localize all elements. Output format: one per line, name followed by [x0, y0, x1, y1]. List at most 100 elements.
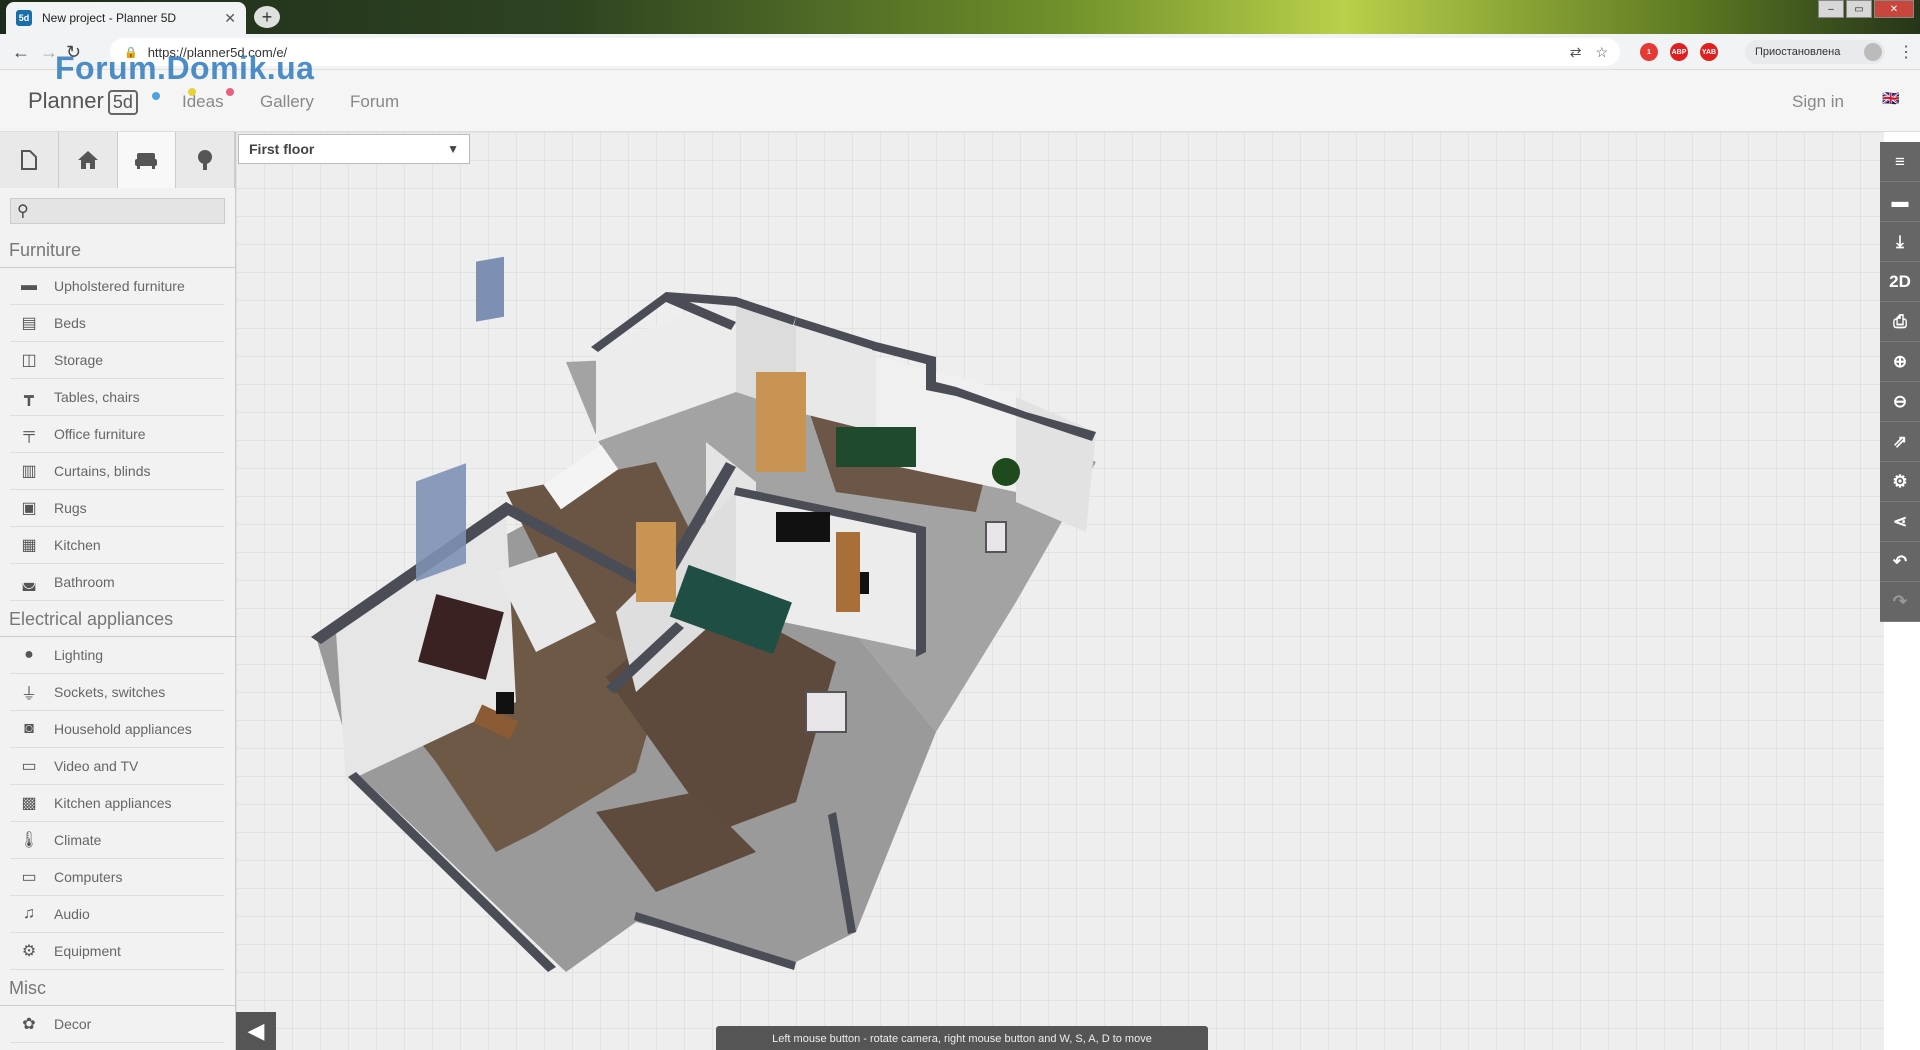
dropdown-arrow-icon: ▼	[447, 142, 459, 156]
catalog-item-kitchen[interactable]: ▦ Kitchen	[10, 527, 224, 564]
share-icon[interactable]: ⋖	[1880, 502, 1920, 542]
sofa-3d[interactable]	[836, 427, 916, 467]
sofa-icon[interactable]	[117, 132, 177, 188]
redo-icon[interactable]: ↷	[1880, 582, 1920, 622]
item-label: Rugs	[54, 500, 87, 516]
download-icon[interactable]: ⤓	[1880, 222, 1920, 262]
desk-3d[interactable]	[836, 532, 860, 612]
washing-machine-icon: ◙	[24, 720, 34, 737]
item-label: Bathroom	[54, 574, 115, 590]
catalog-item-equipment[interactable]: ⚙ Equipment	[10, 933, 224, 970]
catalog-item-kitchen-appliances[interactable]: ▩ Kitchen appliances	[10, 785, 224, 822]
sign-in-link[interactable]: Sign in	[1792, 92, 1844, 112]
item-label: Storage	[54, 352, 104, 368]
print-icon[interactable]: ⎙	[1880, 302, 1920, 342]
menu-icon[interactable]: ≡	[1880, 142, 1920, 182]
profile-button[interactable]: Приостановлена	[1745, 40, 1885, 64]
shelf-3d[interactable]	[636, 522, 676, 602]
new-tab-button[interactable]: +	[254, 6, 280, 28]
gear-box-icon: ⚙	[21, 943, 37, 960]
catalog-item-rugs[interactable]: ▣ Rugs	[10, 490, 224, 527]
item-label: Audio	[54, 906, 90, 922]
catalog-item-audio[interactable]: ♫ Audio	[10, 896, 224, 933]
catalog-item-sockets-switches[interactable]: ⏚ Sockets, switches	[10, 674, 224, 711]
ideas-dot-yellow	[188, 88, 196, 96]
door-3d	[416, 463, 466, 582]
desk-icon: ╤	[23, 425, 35, 442]
plant-3d[interactable]	[992, 458, 1020, 486]
planner5d-favicon-icon: 5d	[16, 10, 32, 26]
logo-badge: 5d	[107, 90, 138, 115]
zoom-out-icon[interactable]: ⊖	[1880, 382, 1920, 422]
nav-forum[interactable]: Forum	[350, 92, 399, 112]
bed-icon: ▤	[21, 315, 37, 332]
ideas-dot-pink	[226, 88, 234, 96]
extension-badge-icon[interactable]: 1	[1640, 43, 1658, 61]
browser-tab[interactable]: 5d New project - Planner 5D ✕	[6, 2, 246, 34]
sofa-icon: ▬	[21, 277, 37, 294]
catalog-item-household-appliances[interactable]: ◙ Household appliances	[10, 711, 224, 748]
catalog-item-bathroom[interactable]: ◛ Bathroom	[10, 564, 224, 601]
plug-icon: ⏚	[20, 686, 37, 703]
language-flag-icon[interactable]: 🇬🇧	[1882, 90, 1899, 107]
section-title-misc[interactable]: Misc	[0, 970, 235, 1006]
browser-tab-strip: 5d New project - Planner 5D ✕ + – ▭ ✕	[0, 0, 1920, 34]
yandex-icon[interactable]: YAB	[1700, 43, 1718, 61]
back-arrow-icon[interactable]: ←	[12, 42, 30, 63]
catalog-item-lighting[interactable]: ● Lighting	[10, 637, 224, 674]
tab-close-icon[interactable]: ✕	[224, 10, 236, 27]
zoom-in-icon[interactable]: ⊕	[1880, 342, 1920, 382]
blinds-icon: ▥	[21, 463, 37, 480]
controls-hint: Left mouse button - rotate camera, right…	[716, 1026, 1208, 1050]
3d-viewport[interactable]: First floor ▼ ◀ Left mouse button - rota…	[236, 132, 1884, 1050]
nav-ideas[interactable]: Ideas	[182, 92, 224, 112]
chevron-left-icon: ◀	[247, 1018, 265, 1043]
nav-gallery[interactable]: Gallery	[260, 92, 314, 112]
section-title-furniture[interactable]: Furniture	[0, 232, 235, 268]
catalog-item-curtains-blinds[interactable]: ▥ Curtains, blinds	[10, 453, 224, 490]
kitchen-cabinet-icon: ▦	[21, 537, 37, 554]
catalog-item-upholstered-furniture[interactable]: ▬ Upholstered furniture	[10, 268, 224, 305]
maximize-button[interactable]: ▭	[1846, 0, 1872, 18]
url-field[interactable]: 🔒 https://planner5d.com/e/ ⇄ ☆	[110, 38, 1620, 66]
floor-selector[interactable]: First floor ▼	[238, 134, 470, 164]
decor-icon: ✿	[22, 1016, 36, 1033]
logo-dot-blue	[152, 92, 160, 100]
tv-3d[interactable]	[776, 512, 830, 542]
collapse-sidebar-button[interactable]: ◀	[236, 1012, 276, 1050]
floor-selector-value: First floor	[249, 141, 315, 157]
file-icon[interactable]	[0, 132, 59, 188]
house-icon[interactable]	[58, 132, 118, 188]
item-label: Household appliances	[54, 721, 192, 737]
stove-icon: ▩	[21, 795, 37, 812]
translate-icon[interactable]: ⇄	[1570, 44, 1582, 61]
undo-icon[interactable]: ↶	[1880, 542, 1920, 582]
catalog-item-decor[interactable]: ✿ Decor	[10, 1006, 224, 1043]
catalog-search-input[interactable]: ⚲	[10, 198, 225, 224]
catalog-item-storage[interactable]: ◫ Storage	[10, 342, 224, 379]
catalog-item-beds[interactable]: ▤ Beds	[10, 305, 224, 342]
music-note-icon: ♫	[23, 905, 35, 922]
browser-menu-icon[interactable]: ⋮	[1898, 42, 1914, 62]
catalog-item-office-furniture[interactable]: ╤ Office furniture	[10, 416, 224, 453]
external-link-icon[interactable]: ⇗	[1880, 422, 1920, 462]
section-title-electrical-appliances[interactable]: Electrical appliances	[0, 601, 235, 637]
wardrobe-3d[interactable]	[756, 372, 806, 472]
settings-icon[interactable]: ⚙	[1880, 462, 1920, 502]
item-label: Office furniture	[54, 426, 146, 442]
view-2d-button[interactable]: 2D	[1880, 262, 1920, 302]
catalog-item-tables-chairs[interactable]: ┳ Tables, chairs	[10, 379, 224, 416]
planner5d-logo[interactable]: Planner 5d	[28, 88, 138, 115]
catalog-item-video-and-tv[interactable]: ▭ Video and TV	[10, 748, 224, 785]
tree-icon[interactable]	[176, 132, 235, 188]
close-window-button[interactable]: ✕	[1874, 0, 1914, 18]
3d-scene[interactable]	[236, 132, 1884, 1050]
bookmark-star-icon[interactable]: ☆	[1595, 44, 1608, 61]
lightbulb-icon: ●	[24, 646, 34, 663]
office-chair-3d[interactable]	[496, 692, 514, 714]
minimize-button[interactable]: –	[1818, 0, 1844, 18]
catalog-item-computers[interactable]: ▭ Computers	[10, 859, 224, 896]
adblock-icon[interactable]: ABP	[1670, 43, 1688, 61]
catalog-item-climate[interactable]: 🌡 Climate	[10, 822, 224, 859]
folder-icon[interactable]: ▬	[1880, 182, 1920, 222]
